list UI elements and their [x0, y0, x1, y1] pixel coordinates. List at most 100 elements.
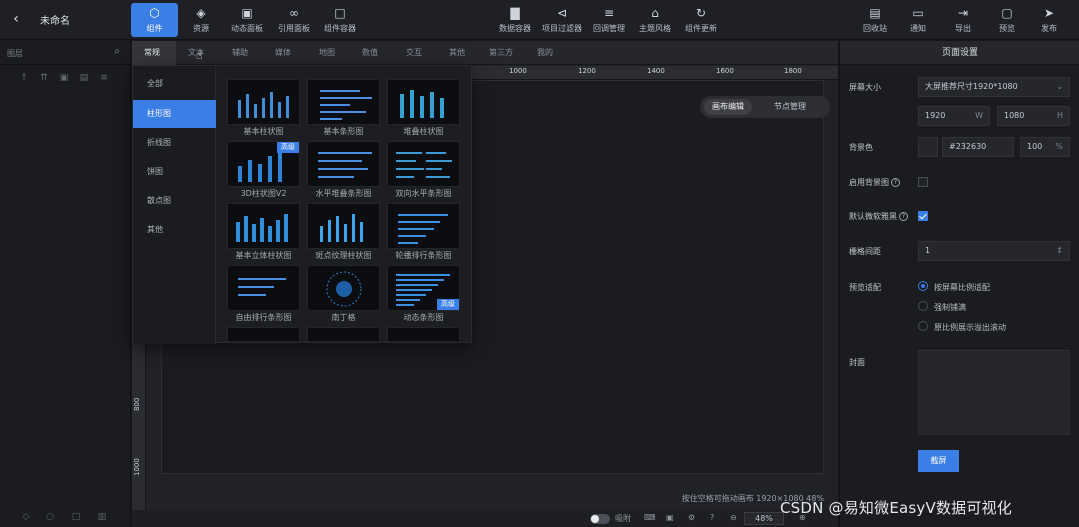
scale-label: 预览适配 — [849, 283, 881, 292]
component-preview — [307, 141, 380, 187]
height-input[interactable]: 1080 H — [997, 106, 1070, 126]
component-card[interactable]: 水平堆叠条形图 — [307, 141, 380, 201]
canvas-edit-toggle[interactable]: 画布编辑 — [704, 99, 752, 115]
callback-manager-button[interactable]: ≡ 回调管理 — [590, 3, 628, 37]
component-card[interactable]: 堆叠柱状图 — [387, 79, 460, 139]
tab-third-party[interactable]: 第三方 — [489, 47, 513, 58]
move-top-icon[interactable]: ⇈ — [38, 72, 50, 84]
scale-option-radio[interactable] — [918, 321, 928, 331]
dynamic-panel-button[interactable]: ▣ 动态面板 — [226, 3, 268, 37]
subcategory-scatter[interactable]: 散点图 — [133, 187, 216, 215]
bg-color-input[interactable]: #232630 — [942, 137, 1014, 157]
components-button[interactable]: ⬡ 组件 — [131, 3, 178, 37]
component-library-panel: 全部 柱形图 折线图 饼图 散点图 其他 基本柱状图 基本条形图 堆叠柱状图 高… — [132, 65, 472, 344]
link-icon: ∞ — [289, 6, 299, 20]
ungroup-icon[interactable]: ▤ — [78, 72, 90, 84]
reference-panel-button[interactable]: ∞ 引用面板 — [274, 3, 314, 37]
search-icon[interactable]: ⌕ — [114, 46, 120, 57]
theme-style-label: 主题风格 — [639, 24, 671, 33]
component-preview — [227, 203, 300, 249]
chevron-left-icon[interactable]: ‹ — [8, 10, 24, 28]
component-card[interactable] — [387, 327, 460, 341]
tab-other[interactable]: 其他 — [449, 47, 465, 58]
delete-icon[interactable]: ▥ — [96, 512, 108, 524]
group-icon[interactable]: ▣ — [58, 72, 70, 84]
default-font-checkbox[interactable] — [918, 211, 928, 221]
layers-search[interactable]: 图层 ⌕ — [0, 41, 130, 65]
resources-button[interactable]: ◈ 资源 — [186, 3, 216, 37]
screen-size-select[interactable]: 大屏推荐尺寸1920*1080 ⌄ — [918, 77, 1070, 97]
recycle-bin-button[interactable]: ▤ 回收站 — [860, 3, 890, 37]
scale-option-radio[interactable] — [918, 301, 928, 311]
copy-icon[interactable]: □ — [70, 512, 82, 524]
trash-icon: ▤ — [869, 6, 881, 20]
data-container-button[interactable]: ▇ 数据容器 — [495, 3, 535, 37]
bg-color-label: 背景色 — [849, 143, 873, 152]
tab-media[interactable]: 媒体 — [275, 47, 291, 58]
grid-value: 1 — [925, 246, 931, 255]
component-card[interactable]: 高级 动态条形图 — [387, 265, 460, 325]
tab-mine[interactable]: 我的 — [537, 47, 553, 58]
data-container-label: 数据容器 — [499, 24, 531, 33]
component-name: 自由排行条形图 — [235, 313, 292, 322]
opacity-input[interactable]: 100 % — [1020, 137, 1070, 157]
hide-icon[interactable]: ○ — [44, 512, 56, 524]
component-container-button[interactable]: □ 组件容器 — [320, 3, 360, 37]
bg-image-label: 启用背景图? — [849, 177, 900, 188]
cover-image-box[interactable] — [918, 350, 1070, 435]
component-card[interactable] — [227, 327, 300, 341]
settings-icon[interactable]: ⚙ — [688, 513, 695, 522]
project-filter-button[interactable]: ⊲ 项目过滤器 — [539, 3, 585, 37]
zoom-out-icon[interactable]: ⊖ — [730, 513, 737, 522]
component-card[interactable]: 轮播排行条形图 — [387, 203, 460, 263]
grid-input[interactable]: 1 ↕ — [918, 241, 1070, 261]
component-preview — [307, 265, 380, 311]
top-toolbar: ‹ 未命名 ⬡ 组件 ◈ 资源 ▣ 动态面板 ∞ 引用面板 □ 组件容器 ▇ 数… — [0, 0, 1079, 40]
publish-button[interactable]: ➤ 发布 — [1034, 3, 1064, 37]
component-card[interactable]: 南丁格 — [307, 265, 380, 325]
width-input[interactable]: 1920 W — [918, 106, 990, 126]
tab-auxiliary[interactable]: 辅助 — [232, 47, 248, 58]
shortcut-icon[interactable]: ⌨ — [644, 513, 656, 522]
component-card[interactable]: 双向水平条形图 — [387, 141, 460, 201]
scale-option-radio[interactable] — [918, 281, 928, 291]
color-swatch[interactable] — [918, 137, 938, 157]
help-icon[interactable]: ? — [710, 513, 714, 522]
theme-style-button[interactable]: ⌂ 主题风格 — [636, 3, 674, 37]
component-card[interactable]: 基本条形图 — [307, 79, 380, 139]
tab-value[interactable]: 数值 — [362, 47, 378, 58]
component-card[interactable] — [307, 327, 380, 341]
component-card[interactable]: 高级 3D柱状图V2 — [227, 141, 300, 201]
subcategory-bar[interactable]: 柱形图 — [133, 100, 216, 128]
screenshot-button[interactable]: 截屏 — [918, 450, 959, 472]
move-up-icon[interactable]: ↑ — [18, 72, 30, 84]
opacity-unit: % — [1055, 142, 1063, 151]
component-card[interactable]: 基本立体柱状图 — [227, 203, 300, 263]
subcategory-all[interactable]: 全部 — [133, 70, 216, 98]
node-manager-toggle[interactable]: 节点管理 — [766, 99, 814, 115]
bg-image-checkbox[interactable] — [918, 177, 928, 187]
component-update-button[interactable]: ↻ 组件更新 — [682, 3, 720, 37]
tab-map[interactable]: 地图 — [319, 47, 335, 58]
project-title[interactable]: 未命名 — [40, 12, 70, 27]
export-button[interactable]: ⇥ 导出 — [948, 3, 978, 37]
subcategory-pie[interactable]: 饼图 — [133, 158, 216, 186]
subcategory-line[interactable]: 折线图 — [133, 129, 216, 157]
tab-interaction[interactable]: 交互 — [406, 47, 422, 58]
preview-button[interactable]: ▢ 预览 — [992, 3, 1022, 37]
snap-switch[interactable] — [590, 514, 610, 524]
stepper-icon[interactable]: ↕ — [1056, 242, 1063, 260]
project-filter-label: 项目过滤器 — [542, 24, 582, 33]
list-icon[interactable]: ≡ — [98, 72, 110, 84]
component-update-label: 组件更新 — [685, 24, 717, 33]
component-card[interactable]: 自由排行条形图 — [227, 265, 300, 325]
subcategory-other[interactable]: 其他 — [133, 216, 216, 244]
zoom-input[interactable]: 48% — [744, 512, 784, 525]
reference-panel-label: 引用面板 — [278, 24, 310, 33]
tab-general[interactable]: 常规 — [144, 47, 160, 58]
layout-icon[interactable]: ▣ — [666, 513, 674, 522]
lock-icon[interactable]: ◇ — [20, 512, 32, 524]
component-card[interactable]: 基本柱状图 — [227, 79, 300, 139]
component-card[interactable]: 斑点纹理柱状图 — [307, 203, 380, 263]
notification-button[interactable]: ▭ 通知 — [903, 3, 933, 37]
